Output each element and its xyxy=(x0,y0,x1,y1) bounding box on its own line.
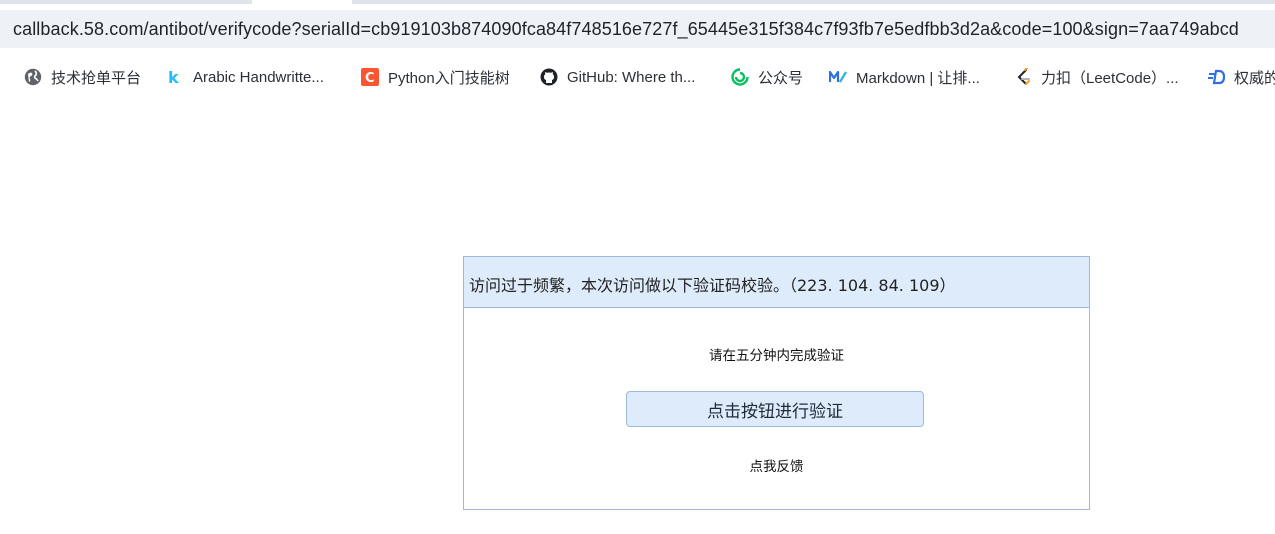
bookmark-item[interactable]: 公众号 xyxy=(731,66,803,88)
time-limit-hint: 请在五分钟内完成验证 xyxy=(709,348,844,364)
bookmark-label: 技术抢单平台 xyxy=(51,69,142,87)
url-field[interactable]: callback.58.com/antibot/verifycode?seria… xyxy=(0,10,1275,48)
rate-limit-message: 访问过于频繁，本次访问做以下验证码校验。（223. 104. 84. 109） xyxy=(469,276,956,295)
verification-panel: 访问过于频繁，本次访问做以下验证码校验。（223. 104. 84. 109） … xyxy=(463,256,1090,510)
github-icon xyxy=(540,68,558,86)
bookmark-label: GitHub: Where th... xyxy=(567,68,696,86)
bookmark-label: Arabic Handwritte... xyxy=(193,68,324,86)
bookmark-label: Python入门技能树 xyxy=(388,69,510,87)
bookmark-item[interactable]: k Arabic Handwritte... xyxy=(166,66,324,88)
bookmark-label: 力扣（LeetCode）... xyxy=(1041,69,1179,87)
bookmark-item[interactable]: 技术抢单平台 xyxy=(24,66,141,88)
leetcode-icon xyxy=(1014,67,1032,86)
bookmarks-bar: 技术抢单平台 k Arabic Handwritte... C Python入门… xyxy=(0,58,1275,96)
globe-icon xyxy=(24,68,42,86)
url-text[interactable]: callback.58.com/antibot/verifycode?seria… xyxy=(13,18,1239,40)
bookmark-label: 权威的 xyxy=(1234,69,1275,87)
wechat-icon xyxy=(731,68,749,86)
csdn-icon: C xyxy=(361,68,379,86)
verify-button[interactable]: 点击按钮进行验证 xyxy=(626,391,924,427)
kaggle-icon: k xyxy=(166,68,184,87)
bookmark-item[interactable]: C Python入门技能树 xyxy=(361,66,510,88)
svg-text:k: k xyxy=(168,68,179,86)
bookmark-item[interactable]: Markdown | 让排... xyxy=(828,66,980,88)
markdown-icon xyxy=(828,68,847,86)
address-bar: callback.58.com/antibot/verifycode?seria… xyxy=(0,4,1275,54)
verification-header: 访问过于频繁，本次访问做以下验证码校验。（223. 104. 84. 109） xyxy=(464,257,1089,308)
bookmark-item[interactable]: 力扣（LeetCode）... xyxy=(1014,66,1179,88)
bookmark-label: 公众号 xyxy=(758,69,804,87)
bookmark-label: Markdown | 让排... xyxy=(856,69,980,87)
svg-text:C: C xyxy=(365,71,375,86)
deepl-icon xyxy=(1207,68,1226,86)
feedback-link[interactable]: 点我反馈 xyxy=(464,455,1089,475)
bookmark-item[interactable]: GitHub: Where th... xyxy=(540,66,695,88)
bookmark-item[interactable]: 权威的 xyxy=(1207,66,1275,88)
